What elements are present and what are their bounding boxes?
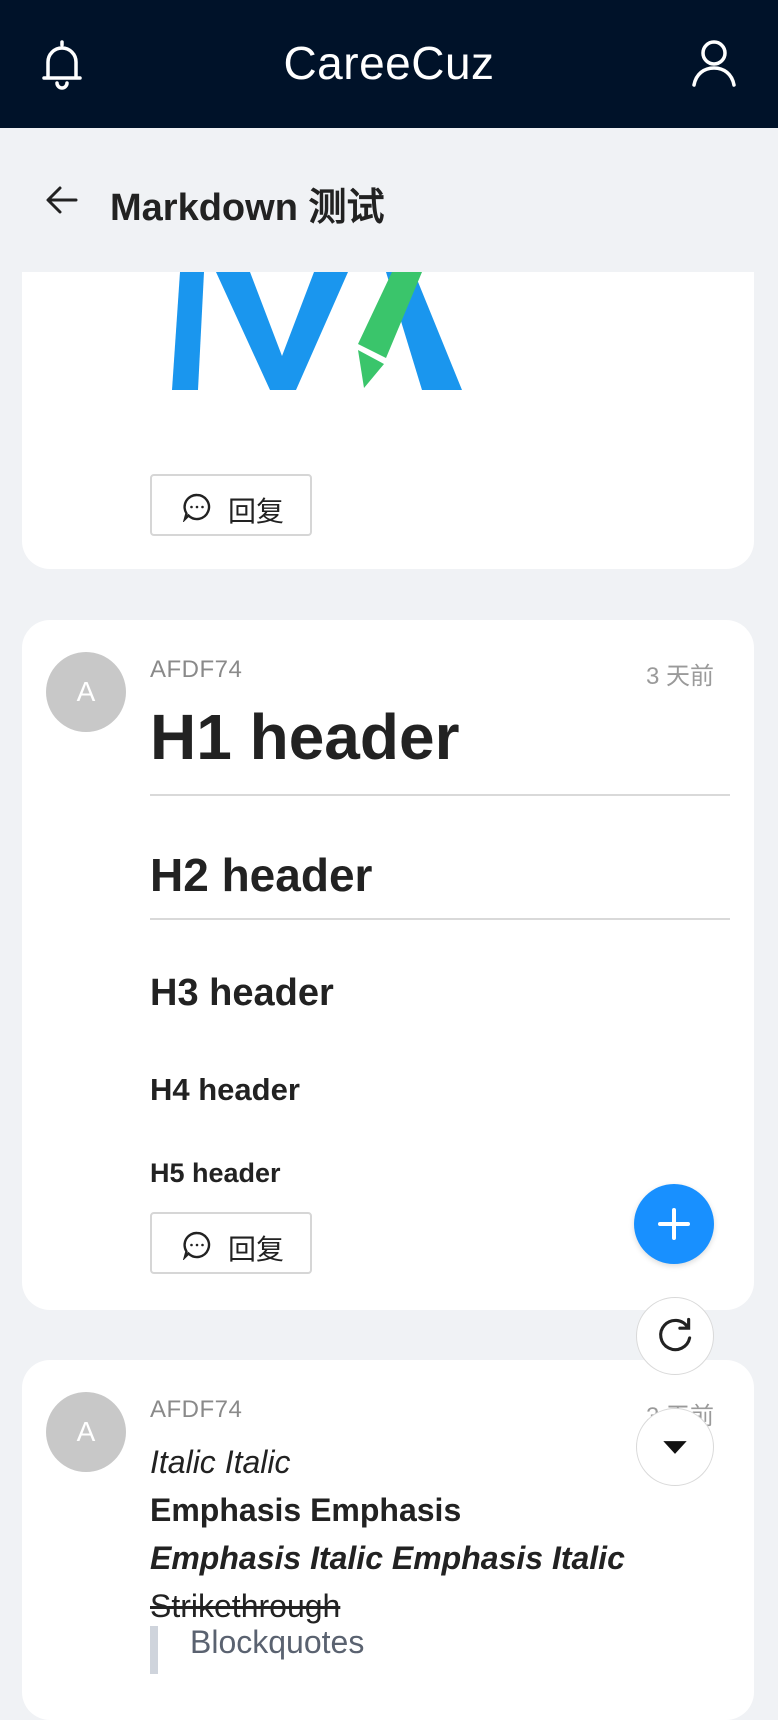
reply-label: 回复 xyxy=(228,1234,285,1265)
h2-divider xyxy=(150,918,730,920)
post-author: AFDF74 xyxy=(150,1396,243,1423)
h1-divider xyxy=(150,794,730,796)
post-time: 3 天前 xyxy=(645,663,714,690)
markdown-blockquote: Blockquotes xyxy=(190,1624,365,1660)
scroll-down-button[interactable] xyxy=(636,1408,714,1486)
top-app-bar: CareeCuz xyxy=(0,0,778,128)
markdown-h4: H4 header xyxy=(150,1072,300,1107)
markdown-strikethrough: Strikethrough xyxy=(150,1588,341,1624)
refresh-button[interactable] xyxy=(636,1297,714,1375)
markdown-emphasis: Emphasis Emphasis xyxy=(150,1492,462,1528)
refresh-icon xyxy=(659,1317,692,1352)
chat-bubble-icon xyxy=(182,492,212,524)
plus-icon xyxy=(658,1208,690,1240)
page-title: Markdown 测试 xyxy=(110,187,385,229)
reply-label: 回复 xyxy=(228,496,285,527)
markdown-emphasis-italic: Emphasis Italic Emphasis Italic xyxy=(150,1540,625,1576)
markdown-h2: H2 header xyxy=(150,849,373,901)
avatar[interactable]: A xyxy=(46,652,126,732)
chat-bubble-icon xyxy=(182,1230,212,1262)
arrow-left-icon[interactable] xyxy=(44,182,80,218)
markdown-h3: H3 header xyxy=(150,972,334,1014)
reply-button[interactable]: 回复 xyxy=(150,1212,312,1274)
markdown-italic: Italic Italic xyxy=(150,1444,291,1480)
markdown-logo-image xyxy=(172,272,462,390)
add-button[interactable] xyxy=(634,1184,714,1264)
blockquote-bar xyxy=(150,1626,158,1674)
user-icon[interactable] xyxy=(690,38,738,88)
app-title: CareeCuz xyxy=(283,37,495,89)
reply-button[interactable]: 回复 xyxy=(150,474,312,536)
post-card: 回复 xyxy=(22,272,754,569)
post-author: AFDF74 xyxy=(150,656,243,683)
markdown-h1: H1 header xyxy=(150,701,460,773)
caret-down-icon xyxy=(663,1441,687,1454)
markdown-h5: H5 header xyxy=(150,1158,281,1188)
avatar[interactable]: A xyxy=(46,1392,126,1472)
